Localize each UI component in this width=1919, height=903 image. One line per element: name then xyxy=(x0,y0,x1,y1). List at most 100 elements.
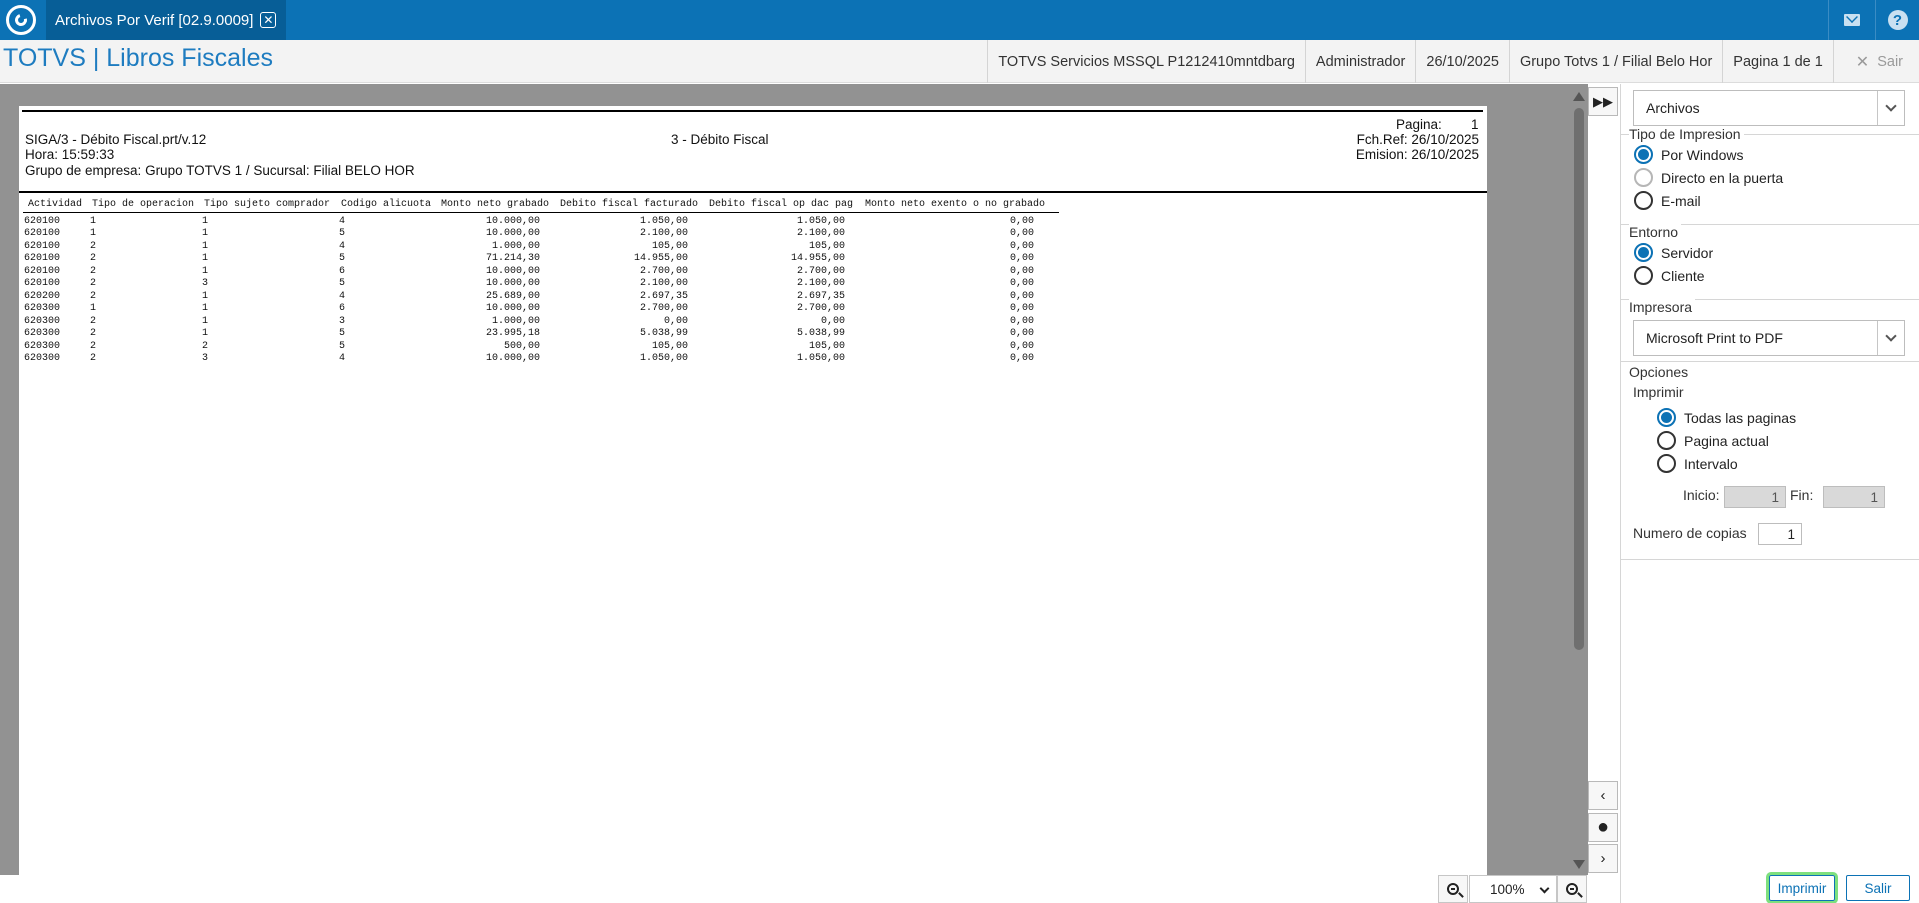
table-cell: 105,00 xyxy=(651,340,688,352)
table-cell: 620300 xyxy=(24,315,61,327)
table-cell: 500,00 xyxy=(503,340,540,352)
vertical-scrollbar[interactable] xyxy=(1570,86,1588,875)
report-page: SIGA/3 - Débito Fiscal.prt/v.12 Hora: 15… xyxy=(19,106,1487,875)
mail-icon[interactable] xyxy=(1828,0,1874,40)
table-row: 620300 2 3 4 10.000,00 1.050,00 1.050,00 0,00 xyxy=(19,353,1059,366)
tab-archivos-por-verif[interactable]: Archivos Por Verif [02.9.0009] ✕ xyxy=(46,0,287,40)
radio-directo-puerta[interactable]: Directo en la puerta xyxy=(1634,168,1783,187)
table-cell: 3 xyxy=(202,352,209,364)
report-page-label: Pagina: xyxy=(1396,117,1442,132)
report-time: Hora: 15:59:33 xyxy=(25,147,115,162)
column-header: Debito fiscal facturado xyxy=(560,199,699,210)
table-cell: 2 xyxy=(90,265,97,277)
current-page-button[interactable]: ● xyxy=(1588,813,1618,842)
table-cell: 0,00 xyxy=(1009,253,1034,265)
exit-button[interactable]: ✕ Sair xyxy=(1832,40,1919,83)
end-page-field[interactable]: 1 xyxy=(1823,486,1885,508)
table-cell: 4 xyxy=(339,240,346,252)
double-chevron-right-icon: ▶▶ xyxy=(1593,93,1613,109)
table-cell: 0,00 xyxy=(1009,240,1034,252)
table-cell: 6 xyxy=(339,265,346,277)
divider xyxy=(22,110,1483,112)
table-cell: 0,00 xyxy=(663,315,688,327)
table-row: 620100 2 3 5 10.000,00 2.100,00 2.100,00 0,00 xyxy=(19,278,1059,291)
print-range-label: Imprimir xyxy=(1633,384,1684,400)
table-cell: 25.689,00 xyxy=(485,290,540,302)
table-cell: 1.050,00 xyxy=(796,216,845,227)
zoom-select[interactable]: 100% xyxy=(1469,875,1557,903)
report-program: SIGA/3 - Débito Fiscal.prt/v.12 xyxy=(25,132,207,147)
next-page-button[interactable]: › xyxy=(1588,844,1618,873)
table-row: 620100 2 1 4 1.000,00 105,00 105,00 0,00 xyxy=(19,241,1059,254)
printer-select[interactable]: Microsoft Print to PDF xyxy=(1633,320,1905,356)
status-connection: TOTVS Servicios MSSQL P1212410mntdbarg xyxy=(987,40,1305,83)
table-cell: 1.050,00 xyxy=(639,352,688,364)
table-cell: 23.995,18 xyxy=(485,328,540,340)
table-cell: 0,00 xyxy=(1009,290,1034,302)
chevron-down-icon xyxy=(1885,100,1897,112)
table-cell: 5 xyxy=(339,278,346,290)
table-cell: 2.700,00 xyxy=(796,265,845,277)
table-cell: 2.100,00 xyxy=(639,228,688,240)
zoom-in-icon xyxy=(1447,883,1459,895)
close-icon[interactable]: ✕ xyxy=(260,12,277,28)
print-type-label: Tipo de Impresion xyxy=(1629,126,1744,142)
table-cell: 620100 xyxy=(24,228,61,240)
table-cell: 0,00 xyxy=(820,315,845,327)
totvs-logo-icon[interactable] xyxy=(0,0,42,40)
report-group: Grupo de empresa: Grupo TOTVS 1 / Sucurs… xyxy=(25,163,415,178)
table-cell: 14.955,00 xyxy=(633,253,688,265)
radio-por-windows[interactable]: Por Windows xyxy=(1634,145,1743,164)
table-row: 620100 2 1 6 10.000,00 2.700,00 2.700,00 0,00 xyxy=(19,266,1059,279)
radio-cliente[interactable]: Cliente xyxy=(1634,266,1705,285)
report-fch-ref: Fch.Ref: 26/10/2025 xyxy=(1356,132,1479,147)
report-preview: SIGA/3 - Débito Fiscal.prt/v.12 Hora: 15… xyxy=(0,84,1595,875)
title-bar: TOTVS | Libros Fiscales TOTVS Servicios … xyxy=(0,40,1919,83)
scroll-up-icon[interactable] xyxy=(1573,92,1585,101)
close-icon: ✕ xyxy=(1855,53,1870,71)
destination-select[interactable]: Archivos xyxy=(1633,90,1905,126)
table-cell: 2 xyxy=(90,340,97,352)
table-cell: 6 xyxy=(339,303,346,315)
copies-field[interactable]: 1 xyxy=(1758,523,1802,545)
table-cell: 2 xyxy=(90,290,97,302)
table-cell: 2.700,00 xyxy=(796,303,845,315)
table-cell: 1.050,00 xyxy=(796,352,845,364)
table-cell: 5 xyxy=(339,340,346,352)
report-page-value: 1 xyxy=(1471,117,1479,132)
table-cell: 14.955,00 xyxy=(790,253,845,265)
chevron-left-icon: ‹ xyxy=(1600,787,1606,804)
help-icon[interactable]: ? xyxy=(1875,0,1919,40)
zoom-in-button[interactable] xyxy=(1438,875,1468,903)
table-cell: 0,00 xyxy=(1009,265,1034,277)
tab-title: Archivos Por Verif [02.9.0009] xyxy=(55,11,254,29)
exit-panel-button[interactable]: Salir xyxy=(1846,875,1910,901)
column-header: Tipo sujeto comprador xyxy=(204,199,331,210)
radio-email[interactable]: E-mail xyxy=(1634,191,1701,210)
chevron-right-icon: › xyxy=(1600,850,1606,867)
table-cell: 3 xyxy=(339,315,346,327)
table-cell: 620100 xyxy=(24,253,61,265)
table-cell: 620200 xyxy=(24,290,61,302)
table-cell: 620300 xyxy=(24,303,61,315)
scroll-down-icon[interactable] xyxy=(1573,860,1585,869)
previous-page-button[interactable]: ‹ xyxy=(1588,781,1618,810)
table-cell: 105,00 xyxy=(651,240,688,252)
radio-servidor[interactable]: Servidor xyxy=(1634,243,1713,262)
table-cell: 620300 xyxy=(24,328,61,340)
collapse-panel-button[interactable]: ▶▶ xyxy=(1588,87,1618,116)
table-cell: 1 xyxy=(202,228,209,240)
table-cell: 620100 xyxy=(24,240,61,252)
status-page: Pagina 1 de 1 xyxy=(1722,40,1833,83)
table-cell: 4 xyxy=(339,216,346,227)
radio-todas-paginas[interactable]: Todas las paginas xyxy=(1657,408,1796,427)
radio-intervalo[interactable]: Intervalo xyxy=(1657,454,1738,473)
start-page-field[interactable]: 1 xyxy=(1724,486,1786,508)
radio-pagina-actual[interactable]: Pagina actual xyxy=(1657,431,1769,450)
zoom-out-button[interactable] xyxy=(1557,875,1587,903)
environment-label: Entorno xyxy=(1629,224,1682,240)
scrollbar-thumb[interactable] xyxy=(1574,108,1584,650)
print-button[interactable]: Imprimir xyxy=(1766,872,1838,903)
table-cell: 2.697,35 xyxy=(639,290,688,302)
table-cell: 0,00 xyxy=(1009,303,1034,315)
